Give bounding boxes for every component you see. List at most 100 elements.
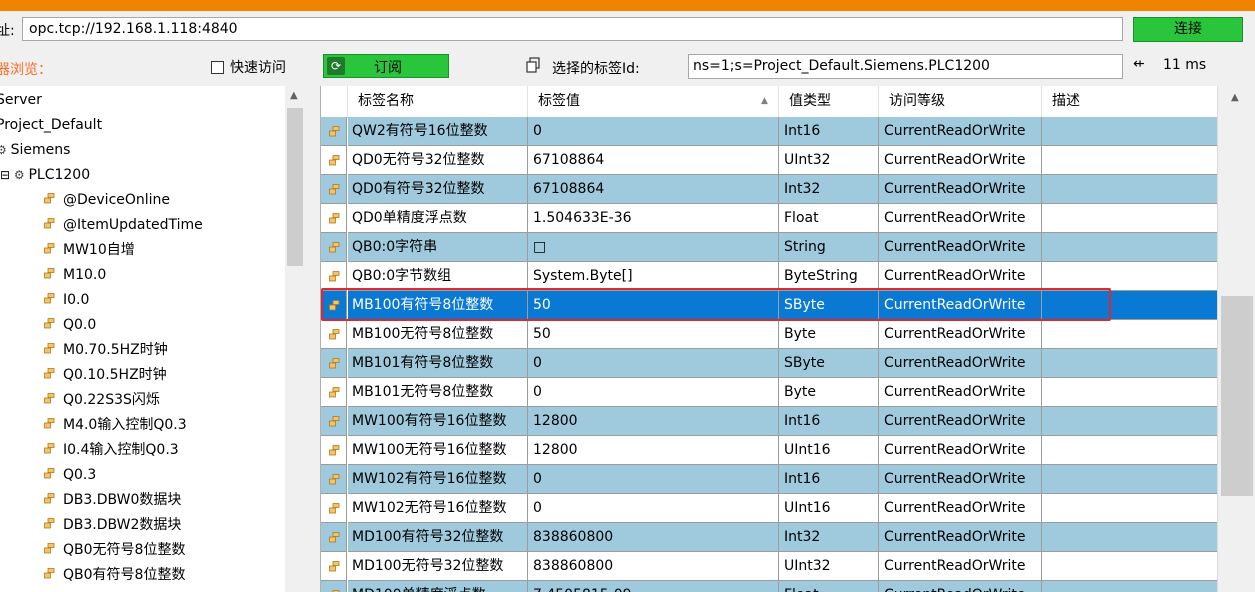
cell-name[interactable]: QD0单精度浮点数 — [348, 204, 528, 233]
row-header[interactable] — [321, 146, 347, 175]
cell-type[interactable]: Float — [779, 581, 879, 592]
cell-value[interactable]: 67108864 — [528, 175, 779, 204]
cell-desc[interactable] — [1042, 262, 1218, 291]
cell-value[interactable]: 1.504633E-36 — [528, 204, 779, 233]
cell-access[interactable]: CurrentReadOrWrite — [879, 523, 1042, 552]
tree-node[interactable]: MW10自增 — [44, 238, 135, 263]
table-row[interactable]: MW100无符号16位整数 12800 UInt16 CurrentReadOrWri… — [321, 436, 1219, 465]
cell-desc[interactable] — [1042, 552, 1218, 581]
cell-type[interactable]: ByteString — [779, 262, 879, 291]
scroll-thumb[interactable] — [287, 108, 303, 266]
cell-type[interactable]: Byte — [779, 320, 879, 349]
cell-name[interactable]: MD100单精度浮点数 — [348, 581, 528, 592]
quick-access-checkbox[interactable]: 快速访问 — [211, 57, 286, 77]
table-row[interactable]: MW102无符号16位整数 0 UInt16 CurrentReadOrWrite — [321, 494, 1219, 523]
cell-value[interactable]: 50 — [528, 291, 779, 320]
table-row[interactable]: MB101无符号8位整数 0 Byte CurrentReadOrWrite — [321, 378, 1219, 407]
cell-name[interactable]: MB100有符号8位整数 — [348, 291, 528, 320]
tree-node[interactable]: Q0.3 — [44, 463, 96, 488]
cell-type[interactable]: Int16 — [779, 465, 879, 494]
cell-value[interactable]: □ — [528, 233, 779, 262]
cell-access[interactable]: CurrentReadOrWrite — [879, 349, 1042, 378]
cell-desc[interactable] — [1042, 175, 1218, 204]
tree-node[interactable]: DB3.DBW0数据块 — [44, 488, 181, 513]
tree-node[interactable]: Q0.0 — [44, 313, 96, 338]
tree-node[interactable]: QB0无符号8位整数 — [44, 538, 185, 563]
table-row[interactable]: MB100无符号8位整数 50 Byte CurrentReadOrWrite — [321, 320, 1219, 349]
cell-access[interactable]: CurrentReadOrWrite — [879, 494, 1042, 523]
header-value-type[interactable]: 值类型 — [779, 86, 879, 117]
row-header[interactable] — [321, 204, 347, 233]
collapse-icon[interactable]: ⊟ — [0, 168, 14, 182]
cell-access[interactable]: CurrentReadOrWrite — [879, 204, 1042, 233]
cell-name[interactable]: MW100无符号16位整数 — [348, 436, 528, 465]
scroll-up-icon[interactable]: ▲ — [290, 90, 298, 101]
cell-access[interactable]: CurrentReadOrWrite — [879, 407, 1042, 436]
cell-desc[interactable] — [1042, 581, 1218, 592]
checkbox-box[interactable] — [211, 60, 224, 74]
row-header[interactable] — [321, 523, 347, 552]
tree-scrollbar[interactable]: ▲ — [285, 86, 305, 592]
cell-name[interactable]: QD0无符号32位整数 — [348, 146, 528, 175]
row-header[interactable] — [321, 465, 347, 494]
table-row[interactable]: MD100无符号32位整数 838860800 UInt32 CurrentReadO… — [321, 552, 1219, 581]
table-row[interactable]: QD0单精度浮点数 1.504633E-36 Float CurrentReadOrW… — [321, 204, 1219, 233]
row-header[interactable] — [321, 581, 347, 592]
cell-type[interactable]: UInt32 — [779, 146, 879, 175]
tree-browser[interactable]: Server Project_Default ⚙ Siemens ⊟ ⚙ PLC120… — [0, 86, 305, 592]
cell-desc[interactable] — [1042, 465, 1218, 494]
tree-node[interactable]: Q0.10.5HZ时钟 — [44, 363, 167, 388]
table-row[interactable]: MD100单精度浮点数7.4505815-09FloatCurrentReadO… — [321, 581, 1219, 592]
tree-node[interactable]: ⚙ Siemens — [0, 138, 70, 163]
row-header[interactable] — [321, 117, 347, 146]
cell-name[interactable]: MB100无符号8位整数 — [348, 320, 528, 349]
selected-tag-input[interactable]: ns=1;s=Project_Default.Siemens.PLC1200 — [688, 54, 1123, 79]
cell-name[interactable]: MD100无符号32位整数 — [348, 552, 528, 581]
table-row[interactable]: MD100有符号32位整数 838860800 Int32 CurrentReadOr… — [321, 523, 1219, 552]
table-row[interactable]: MW102有符号16位整数 0 Int16 CurrentReadOrWrite — [321, 465, 1219, 494]
cell-desc[interactable] — [1042, 233, 1218, 262]
cell-access[interactable]: CurrentReadOrWrite — [879, 581, 1042, 592]
cell-access[interactable]: CurrentReadOrWrite — [879, 552, 1042, 581]
header-description[interactable]: 描述 — [1042, 86, 1218, 117]
cell-desc[interactable] — [1042, 407, 1218, 436]
table-row[interactable]: MW100有符号16位整数 12800 Int16 CurrentReadOrWrit… — [321, 407, 1219, 436]
cell-desc[interactable] — [1042, 436, 1218, 465]
row-header[interactable] — [321, 320, 347, 349]
tree-node[interactable]: Server — [0, 88, 42, 113]
cell-desc[interactable] — [1042, 494, 1218, 523]
grid-scrollbar[interactable]: ▲ — [1217, 86, 1255, 592]
cell-name[interactable]: MD100有符号32位整数 — [348, 523, 528, 552]
cell-desc[interactable] — [1042, 291, 1218, 320]
row-header[interactable] — [321, 436, 347, 465]
cell-access[interactable]: CurrentReadOrWrite — [879, 320, 1042, 349]
cell-access[interactable]: CurrentReadOrWrite — [879, 117, 1042, 146]
cell-name[interactable]: QD0有符号32位整数 — [348, 175, 528, 204]
cell-value[interactable]: 0 — [528, 349, 779, 378]
cell-type[interactable]: Float — [779, 204, 879, 233]
table-row[interactable]: QB0:0字符串 □ String CurrentReadOrWrite — [321, 233, 1219, 262]
cell-value[interactable]: 12800 — [528, 436, 779, 465]
cell-value[interactable]: 838860800 — [528, 552, 779, 581]
subscribe-button[interactable]: ⟳ 订阅 — [323, 54, 449, 78]
cell-desc[interactable] — [1042, 204, 1218, 233]
tree-node[interactable]: Project_Default — [0, 113, 102, 138]
cell-name[interactable]: QB0:0字节数组 — [348, 262, 528, 291]
table-row[interactable]: QB0:0字节数组 System.Byte[] ByteString CurrentR… — [321, 262, 1219, 291]
tag-grid[interactable]: 标签名称 标签值 值类型 访问等级 描述 ▲ QW2有符号16位整数 0 Int16… — [320, 86, 1255, 592]
cell-value[interactable]: 0 — [528, 494, 779, 523]
cell-value[interactable]: System.Byte[] — [528, 262, 779, 291]
row-header[interactable] — [321, 349, 347, 378]
row-header[interactable] — [321, 262, 347, 291]
cell-type[interactable]: SByte — [779, 349, 879, 378]
cell-type[interactable]: Int32 — [779, 523, 879, 552]
tree-node[interactable]: M10.0 — [44, 263, 106, 288]
cell-access[interactable]: CurrentReadOrWrite — [879, 436, 1042, 465]
cell-value[interactable]: 838860800 — [528, 523, 779, 552]
cell-value[interactable]: 0 — [528, 465, 779, 494]
row-header[interactable] — [321, 552, 347, 581]
table-row[interactable]: MB100有符号8位整数 50 SByte CurrentReadOrWrite — [321, 291, 1219, 320]
scroll-up-icon[interactable]: ▲ — [1231, 92, 1239, 103]
cell-name[interactable]: MB101无符号8位整数 — [348, 378, 528, 407]
header-access-level[interactable]: 访问等级 — [879, 86, 1042, 117]
